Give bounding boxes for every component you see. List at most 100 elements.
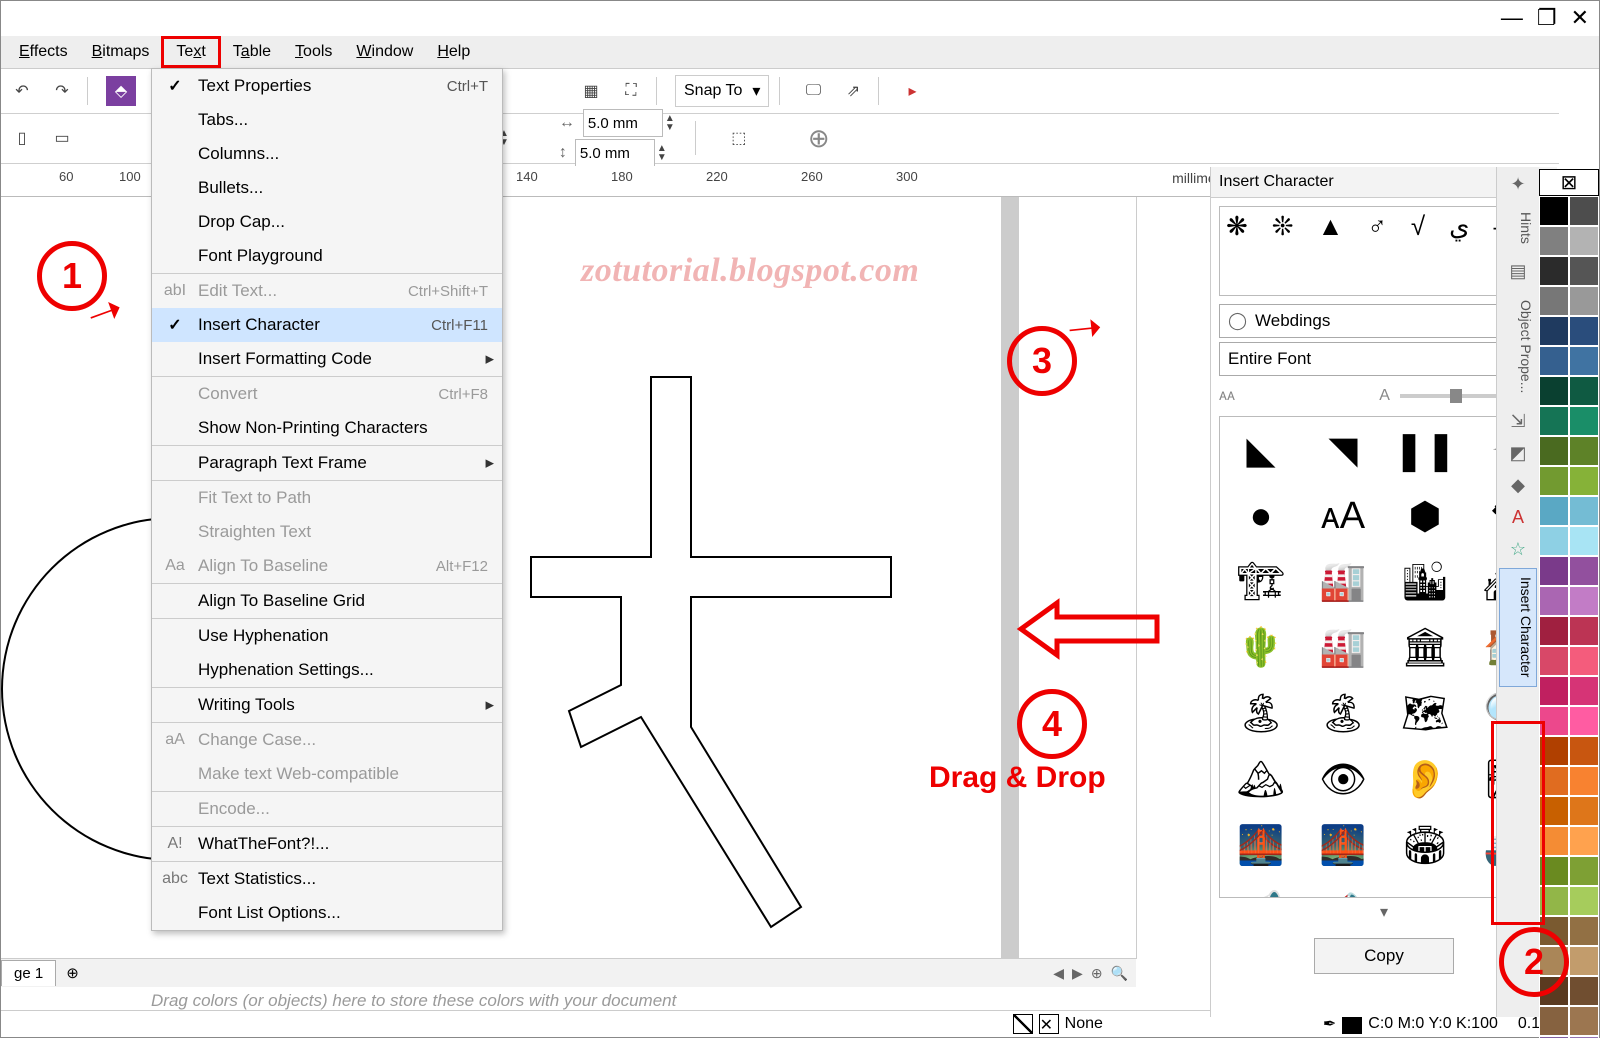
color-swatch[interactable] [1539, 376, 1569, 406]
glyph-cell[interactable]: 🏭 [1302, 549, 1384, 615]
glyph-cell[interactable]: 🏭 [1302, 615, 1384, 681]
menu-window[interactable]: Window [344, 39, 425, 65]
menu-item-align-to-baseline-grid[interactable]: Align To Baseline Grid [152, 583, 502, 618]
dock-tab-object-properties[interactable]: Object Prope... [1499, 291, 1537, 402]
color-swatch[interactable] [1569, 916, 1599, 946]
menu-bitmaps[interactable]: Bitmaps [80, 39, 162, 65]
copy-button[interactable]: Copy [1314, 938, 1454, 974]
color-swatch[interactable] [1569, 646, 1599, 676]
menu-item-text-statistics-[interactable]: abc Text Statistics... [152, 861, 502, 896]
color-swatch[interactable] [1539, 346, 1569, 376]
glyph-cell[interactable]: 🏟 [1384, 813, 1466, 879]
color-swatch[interactable] [1569, 766, 1599, 796]
fill-swatch[interactable]: ✕None [1013, 1014, 1103, 1034]
color-swatch[interactable] [1539, 646, 1569, 676]
menu-text[interactable]: Text [161, 36, 220, 68]
menu-table[interactable]: Table [221, 39, 283, 65]
glyph-cell[interactable]: 👁 [1302, 747, 1384, 813]
color-swatch[interactable] [1539, 1006, 1569, 1036]
color-swatch[interactable] [1569, 856, 1599, 886]
launch-icon[interactable]: ⇗ [838, 76, 868, 106]
glyph-cell[interactable]: 🏙 [1384, 549, 1466, 615]
color-swatch[interactable] [1569, 286, 1599, 316]
glyph-cell[interactable]: 🌵 [1220, 615, 1302, 681]
options-icon[interactable]: 🖵 [798, 76, 828, 106]
glyph-cell[interactable]: 📣 [1302, 879, 1384, 898]
color-swatch[interactable] [1569, 496, 1599, 526]
glyph-cell[interactable]: 👂 [1384, 747, 1466, 813]
color-swatch[interactable] [1539, 496, 1569, 526]
glyph-cell[interactable]: 🌉 [1220, 813, 1302, 879]
dock-tab-hints[interactable]: Hints [1499, 203, 1537, 253]
color-swatch[interactable] [1569, 316, 1599, 346]
menu-help[interactable]: Help [425, 39, 482, 65]
color-swatch[interactable] [1569, 796, 1599, 826]
menu-item-use-hyphenation[interactable]: Use Hyphenation [152, 618, 502, 653]
recent-glyph[interactable]: ❊ [1272, 211, 1294, 242]
color-swatch[interactable] [1539, 586, 1569, 616]
menu-item-bullets-[interactable]: Bullets... [152, 171, 502, 205]
menu-item-writing-tools[interactable]: Writing Tools ▸ [152, 687, 502, 722]
dup-distance-y[interactable]: ↕︎▲▼ [559, 139, 675, 167]
glyph-cell[interactable]: ● [1220, 483, 1302, 549]
color-swatch[interactable] [1569, 706, 1599, 736]
menu-item-tabs-[interactable]: Tabs... [152, 103, 502, 137]
color-swatch[interactable] [1539, 526, 1569, 556]
menu-item-text-properties[interactable]: Text Properties Ctrl+T [152, 69, 502, 103]
color-swatch[interactable] [1569, 736, 1599, 766]
color-swatch[interactable] [1539, 436, 1569, 466]
menu-item-show-non-printing-characters[interactable]: Show Non-Printing Characters [152, 411, 502, 445]
menu-item-columns-[interactable]: Columns... [152, 137, 502, 171]
fullscreen-icon[interactable]: ⛶ [616, 76, 646, 106]
star-icon[interactable]: ☆ [1505, 536, 1531, 562]
color-swatch[interactable] [1569, 556, 1599, 586]
menu-item-paragraph-text-frame[interactable]: Paragraph Text Frame ▸ [152, 445, 502, 480]
navigator-buttons[interactable]: ◀▶⊕🔍 [1053, 965, 1136, 982]
color-swatch[interactable] [1539, 286, 1569, 316]
align-icon[interactable]: ⇲ [1505, 408, 1531, 434]
import-button[interactable]: ⬘ [106, 76, 136, 106]
preview-icon[interactable]: ▦ [576, 76, 606, 106]
color-swatch[interactable] [1539, 226, 1569, 256]
menu-effects[interactable]: Effects [7, 39, 80, 65]
color-swatch[interactable] [1569, 256, 1599, 286]
color-swatch[interactable] [1539, 316, 1569, 346]
dup-distance-x[interactable]: ↔︎▲▼ [559, 109, 675, 137]
text-icon[interactable]: A [1505, 504, 1531, 530]
menu-item-whatthefont-[interactable]: A! WhatTheFont?!... [152, 826, 502, 861]
color-swatch[interactable] [1569, 226, 1599, 256]
recent-glyph[interactable]: ♂ [1367, 211, 1387, 242]
recent-glyph[interactable]: ي [1449, 211, 1469, 242]
app-flag-icon[interactable]: ▸ [897, 76, 927, 106]
portrait-icon[interactable]: ▯ [7, 123, 37, 153]
outline-swatch[interactable]: ✒︎C:0 M:0 Y:0 K:100 [1323, 1014, 1498, 1034]
color-swatch[interactable] [1569, 826, 1599, 856]
menu-item-hyphenation-settings-[interactable]: Hyphenation Settings... [152, 653, 502, 687]
glyph-cell[interactable]: 🌉 [1302, 813, 1384, 879]
landscape-icon[interactable]: ▭ [47, 123, 77, 153]
recent-glyph[interactable]: ❋ [1226, 211, 1248, 242]
glyph-cell[interactable]: ᴀA [1302, 483, 1384, 549]
color-swatch[interactable] [1539, 196, 1569, 226]
redo-arrow-icon[interactable]: ↷ [47, 76, 77, 106]
recent-glyph[interactable]: √ [1411, 211, 1425, 242]
color-swatch[interactable] [1539, 616, 1569, 646]
color-swatch[interactable] [1539, 556, 1569, 586]
page-tab-1[interactable]: ge 1 [1, 960, 56, 986]
color-swatch[interactable] [1569, 376, 1599, 406]
color-swatch[interactable] [1569, 1006, 1599, 1036]
menu-item-font-playground[interactable]: Font Playground [152, 239, 502, 273]
color-swatch[interactable] [1569, 526, 1599, 556]
glyph-cell[interactable]: 🏔 [1220, 747, 1302, 813]
hints-icon[interactable]: ✦ [1505, 171, 1531, 197]
glyph-cell[interactable]: 🗺 [1384, 681, 1466, 747]
color-swatch[interactable] [1569, 676, 1599, 706]
color-swatch[interactable] [1569, 466, 1599, 496]
objprops-icon[interactable]: ▤ [1505, 259, 1531, 285]
dock-tab-insert-character[interactable]: Insert Character [1499, 568, 1537, 686]
color-swatch[interactable] [1539, 466, 1569, 496]
undo-arrow-icon[interactable]: ↶ [7, 76, 37, 106]
color-swatch[interactable] [1569, 436, 1599, 466]
color-swatch[interactable] [1569, 946, 1599, 976]
transform-icon[interactable]: ◩ [1505, 440, 1531, 466]
